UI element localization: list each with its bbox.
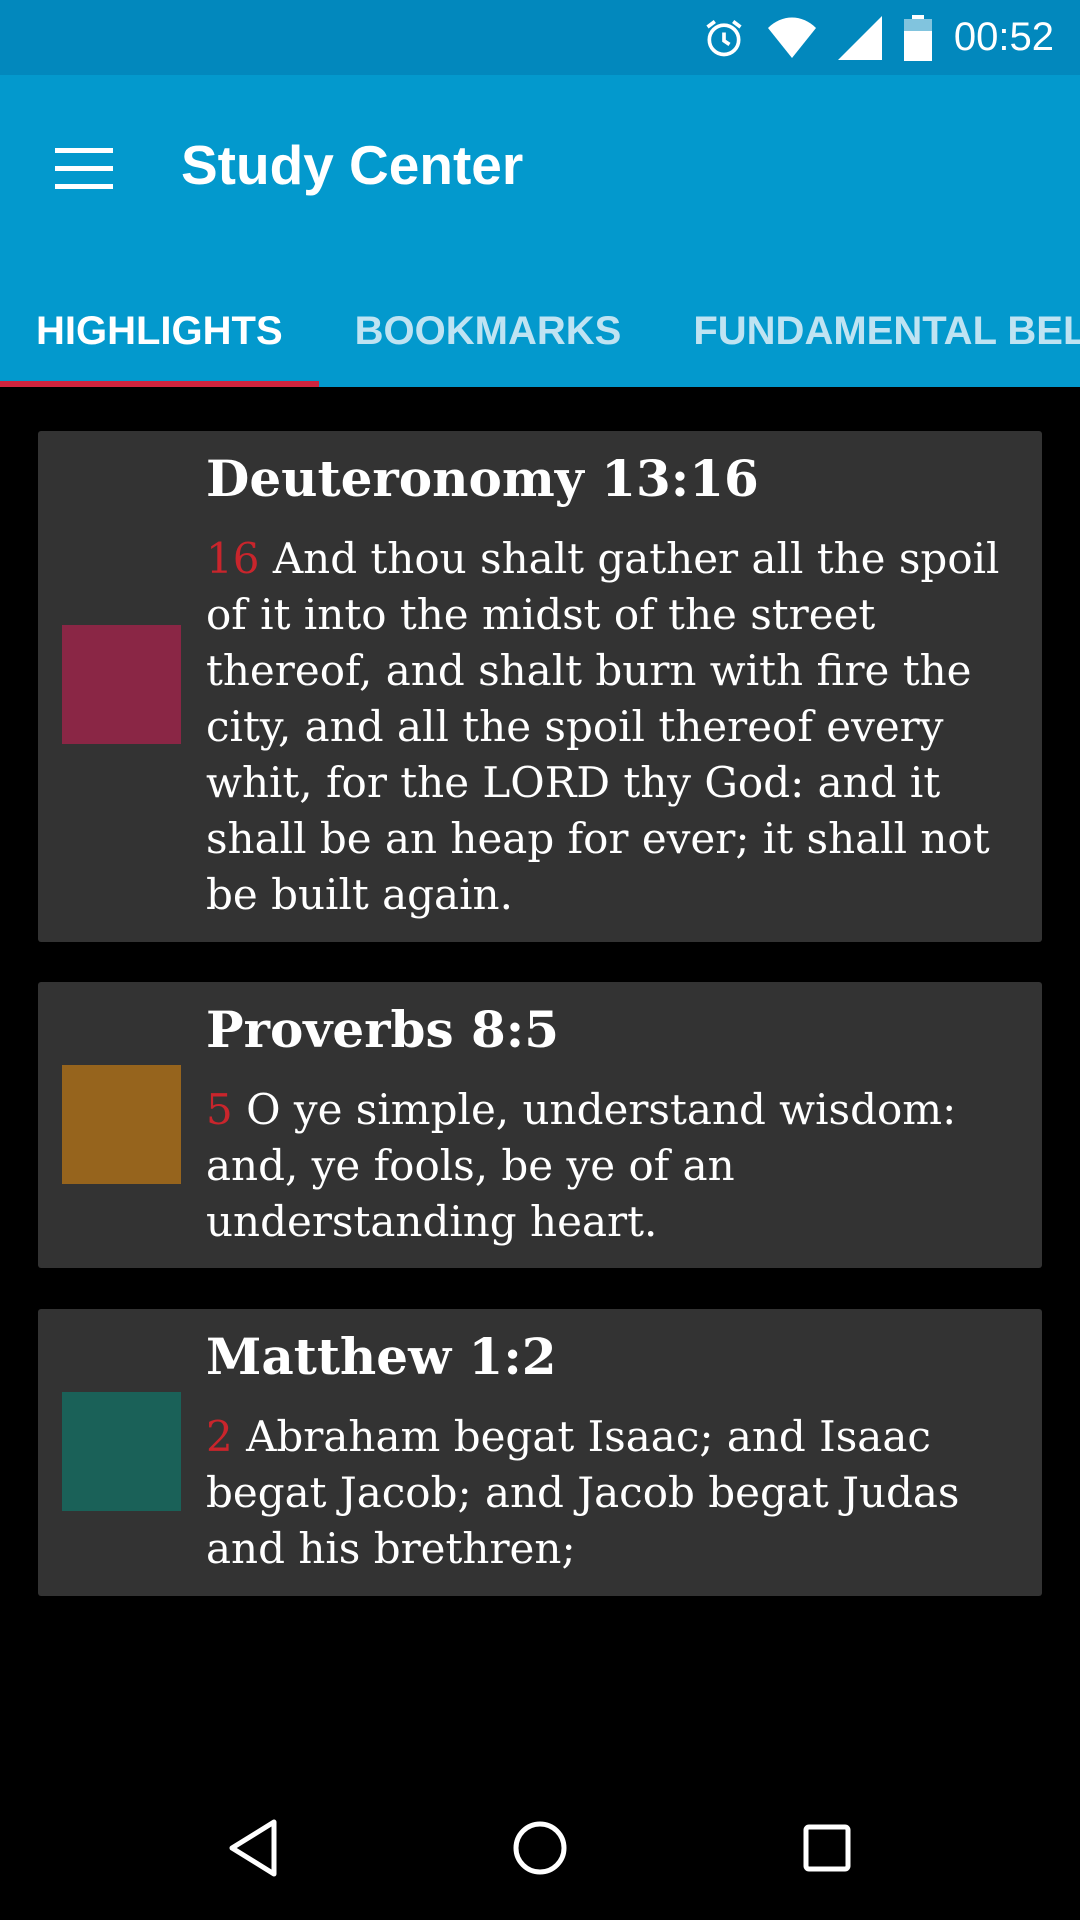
verse-number: 5 [206,1085,233,1134]
verse-body: And thou shalt gather all the spoil of i… [206,534,1000,919]
back-icon[interactable] [213,1808,293,1888]
highlight-verse-text: 2 Abraham begat Isaac; and Isaac begat J… [206,1409,1026,1577]
status-time: 00:52 [953,15,1054,59]
tab-highlights[interactable]: HIGHLIGHTS [0,275,319,387]
highlight-color-swatch [62,625,181,744]
status-bar: 00:52 [0,0,1080,75]
home-icon[interactable] [500,1808,580,1888]
app-bar: Study Center HIGHLIGHTS BOOKMARKS FUNDAM… [0,75,1080,387]
highlight-card[interactable]: Deuteronomy 13:16 16 And thou shalt gath… [38,431,1042,942]
system-nav-bar [0,1776,1080,1920]
recents-icon[interactable] [787,1808,867,1888]
hamburger-menu-icon[interactable] [44,129,124,209]
verse-number: 16 [206,534,260,583]
highlight-verse-text: 5 O ye simple, understand wisdom: and, y… [206,1082,1026,1250]
highlight-card[interactable]: Proverbs 8:5 5 O ye simple, understand w… [38,982,1042,1268]
battery-icon [903,14,932,61]
alarm-icon [702,16,746,60]
highlight-card[interactable]: Matthew 1:2 2 Abraham begat Isaac; and I… [38,1309,1042,1596]
wifi-icon [767,16,816,60]
tab-bar: HIGHLIGHTS BOOKMARKS FUNDAMENTAL BELIEFS [0,275,1080,387]
highlight-verse-text: 16 And thou shalt gather all the spoil o… [206,531,1026,923]
verse-body: O ye simple, understand wisdom: and, ye … [206,1085,957,1246]
verse-body: Abraham begat Isaac; and Isaac begat Jac… [206,1412,960,1573]
tab-bookmarks[interactable]: BOOKMARKS [319,275,658,387]
highlight-reference: Proverbs 8:5 [206,1000,560,1059]
highlight-color-swatch [62,1065,181,1184]
tab-fundamental-beliefs[interactable]: FUNDAMENTAL BELIEFS [657,275,1080,387]
highlight-reference: Matthew 1:2 [206,1327,557,1386]
signal-icon [837,15,882,60]
page-title: Study Center [181,134,524,196]
highlight-reference: Deuteronomy 13:16 [206,449,759,508]
highlight-color-swatch [62,1392,181,1511]
verse-number: 2 [206,1412,233,1461]
